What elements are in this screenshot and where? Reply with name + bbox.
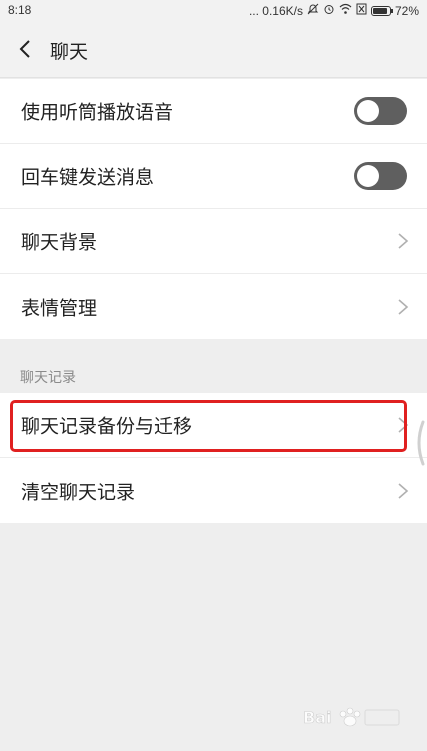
- enter-to-send-toggle[interactable]: [354, 162, 407, 190]
- setting-label: 聊天背景: [21, 231, 98, 254]
- alarm-icon: [323, 3, 335, 18]
- setting-label: 回车键发送消息: [21, 166, 155, 189]
- history-section: 聊天记录备份与迁移 清空聊天记录: [0, 393, 427, 523]
- page-title: 聊天: [50, 41, 89, 63]
- back-button[interactable]: [10, 34, 40, 64]
- setting-row-sticker-management[interactable]: 表情管理: [0, 274, 427, 339]
- setting-label: 使用听筒播放语音: [21, 101, 174, 124]
- chevron-right-icon: [398, 298, 409, 315]
- status-time: 8:18: [8, 3, 32, 17]
- setting-label: 清空聊天记录: [21, 481, 136, 503]
- mute-icon: [307, 3, 319, 18]
- setting-row-enter-to-send[interactable]: 回车键发送消息: [0, 144, 427, 209]
- setting-row-clear-history[interactable]: 清空聊天记录: [0, 458, 427, 523]
- chevron-left-icon: [19, 40, 30, 58]
- setting-row-chat-background[interactable]: 聊天背景: [0, 209, 427, 274]
- toggle-knob: [357, 100, 379, 122]
- chevron-right-icon: [398, 482, 409, 499]
- battery-percent: 72%: [394, 3, 419, 18]
- section-title: 聊天记录: [20, 370, 76, 386]
- svg-text:Bai: Bai: [303, 708, 331, 727]
- history-section-header: 聊天记录: [0, 341, 427, 393]
- battery-icon: [370, 5, 393, 16]
- setting-label: 聊天记录备份与迁移: [21, 415, 193, 438]
- voice-earpiece-toggle[interactable]: [354, 97, 407, 125]
- status-bar: 8:18 ... 0.16K/s 72%: [0, 0, 427, 22]
- setting-label: 表情管理: [21, 297, 98, 319]
- settings-section: 使用听筒播放语音 回车键发送消息 聊天背景 表情管理: [0, 79, 427, 339]
- setting-row-voice-earpiece[interactable]: 使用听筒播放语音: [0, 79, 427, 144]
- status-indicators: ... 0.16K/s 72%: [249, 3, 419, 18]
- setting-row-backup-migrate[interactable]: 聊天记录备份与迁移: [0, 393, 427, 458]
- chevron-right-icon: [398, 233, 409, 249]
- watermark-logo: Bai: [303, 707, 400, 727]
- toggle-knob: [357, 165, 379, 187]
- chevron-right-icon: [398, 417, 409, 433]
- wifi-icon: [339, 3, 352, 18]
- sim-icon: [356, 3, 367, 18]
- network-speed: ... 0.16K/s: [248, 3, 303, 18]
- app-header: 聊天: [0, 22, 427, 78]
